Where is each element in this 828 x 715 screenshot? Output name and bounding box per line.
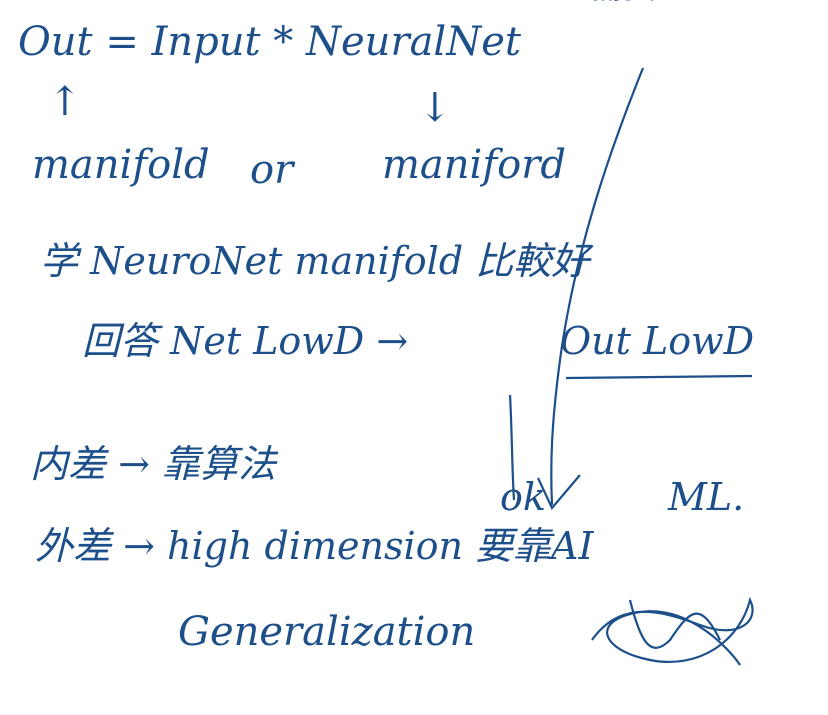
manifold-left: manifold xyxy=(32,142,210,188)
out-lowd: Out LowD xyxy=(560,319,755,363)
scribble xyxy=(591,596,754,666)
extrapolation-line: 外差 → high dimension 要靠AI xyxy=(35,524,594,568)
top-partial-text: 需要 xyxy=(590,0,658,4)
learn-line: 学 NeuroNet manifold 比較好 xyxy=(40,239,590,283)
arrow-up-icon: ↑ xyxy=(48,79,82,125)
equation-line: Out = Input * NeuralNet xyxy=(18,19,521,65)
or-text: or xyxy=(250,147,294,193)
interpolation-line: 内差 → 靠算法 xyxy=(30,442,276,486)
answer-line: 回答 Net LowD → xyxy=(82,319,409,363)
manifold-right: maniford xyxy=(382,142,566,188)
underline xyxy=(565,374,753,380)
ok-text: ok xyxy=(500,475,546,519)
handwritten-note-canvas: 需要 Out = Input * NeuralNet ↑ ↓ manifold … xyxy=(0,0,828,715)
arrow-down-icon: ↓ xyxy=(418,85,452,131)
arrow-stroke-long xyxy=(550,67,645,506)
generalization-text: Generalization xyxy=(178,609,476,655)
ml-text: ML. xyxy=(668,475,745,519)
